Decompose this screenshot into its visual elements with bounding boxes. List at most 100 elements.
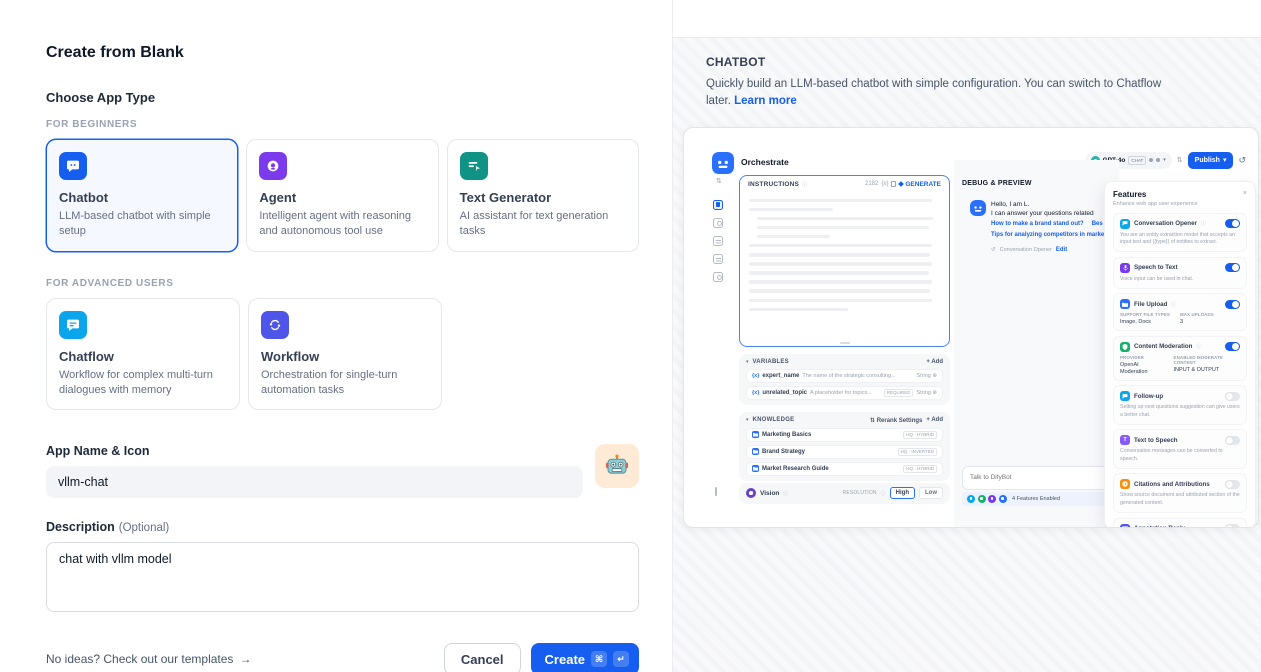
info-icon: ⓘ bbox=[1196, 343, 1201, 350]
toggle-text-to-speech[interactable] bbox=[1225, 436, 1240, 445]
variable-row[interactable]: {x} expert_name The name of the strategi… bbox=[746, 369, 943, 383]
advanced-app-cards: Chatflow Workflow for complex multi-turn… bbox=[46, 298, 639, 411]
remove-icon[interactable]: ⊗ bbox=[932, 390, 937, 396]
knowledge-row[interactable]: Brand Strategy HQ · INVERTED bbox=[746, 445, 943, 459]
required-badge: REQUIRED bbox=[884, 389, 914, 397]
edit-opener-button[interactable]: Edit bbox=[1056, 247, 1067, 253]
choose-app-type-heading: Choose App Type bbox=[46, 90, 639, 105]
collapse-icon[interactable] bbox=[715, 487, 717, 496]
cancel-button[interactable]: Cancel bbox=[444, 643, 521, 672]
toggle-citations[interactable] bbox=[1225, 480, 1240, 489]
notes-icon[interactable] bbox=[713, 254, 723, 264]
add-knowledge-button[interactable]: + Add bbox=[926, 417, 943, 423]
chat-input[interactable] bbox=[962, 466, 1122, 490]
feature-text-to-speech: T Text to Speech Conversation messages c… bbox=[1113, 429, 1247, 469]
toggle-file-upload[interactable] bbox=[1225, 300, 1240, 309]
knowledge-row[interactable]: Marketing Basics HQ · HYBRID bbox=[746, 428, 943, 442]
resolution-high-button[interactable]: High bbox=[890, 487, 915, 499]
instructions-skeleton[interactable] bbox=[740, 191, 949, 325]
for-advanced-users-label: FOR ADVANCED USERS bbox=[46, 278, 639, 289]
preview-description: Quickly build an LLM-based chatbot with … bbox=[706, 76, 1166, 111]
variable-token-icon: {x} bbox=[752, 373, 759, 379]
speech-to-text-icon bbox=[1120, 263, 1130, 273]
robot-emoji-icon bbox=[604, 452, 630, 481]
description-label: Description bbox=[46, 520, 115, 534]
publish-button[interactable]: Publish ▾ bbox=[1188, 152, 1234, 169]
create-button[interactable]: Create ⌘ ↵ bbox=[531, 643, 639, 672]
instructions-label: INSTRUCTIONS bbox=[748, 181, 799, 188]
resolution-low-button[interactable]: Low bbox=[919, 487, 943, 499]
app-avatar-icon bbox=[712, 152, 734, 174]
remove-icon[interactable]: ⊗ bbox=[932, 373, 937, 379]
moderation-chip-icon bbox=[978, 495, 986, 503]
toggle-annotation-reply[interactable] bbox=[1225, 524, 1240, 527]
suggested-question[interactable]: Tips for analyzing competitors in market bbox=[991, 230, 1106, 241]
app-name-section: App Name & Icon bbox=[46, 444, 639, 498]
chevron-down-icon[interactable]: ▾ bbox=[746, 359, 749, 365]
app-card-desc: AI assistant for text generation tasks bbox=[460, 209, 626, 239]
suggested-question[interactable]: How to make a brand stand out? bbox=[991, 219, 1084, 230]
toggle-speech-to-text[interactable] bbox=[1225, 263, 1240, 272]
suggested-question[interactable]: Bes bbox=[1092, 219, 1103, 230]
learn-more-link[interactable]: Learn more bbox=[734, 95, 797, 107]
vision-setting: Vision ⓘ RESOLUTION ⓘ High Low bbox=[739, 483, 950, 504]
variable-row[interactable]: {x} unrelated_topic A placeholder for to… bbox=[746, 386, 943, 400]
modal-footer: No ideas? Check out our templates → Canc… bbox=[46, 643, 639, 672]
document-icon[interactable] bbox=[713, 236, 723, 246]
app-card-desc: Workflow for complex multi-turn dialogue… bbox=[59, 368, 227, 398]
preview-panel: CHATBOT Quickly build an LLM-based chatb… bbox=[673, 0, 1261, 672]
workflow-icon bbox=[261, 311, 289, 339]
text-to-speech-icon: T bbox=[1120, 435, 1130, 445]
toggle-follow-up[interactable] bbox=[1225, 392, 1240, 401]
globe-icon[interactable] bbox=[713, 272, 723, 282]
instructions-panel: INSTRUCTIONS ⓘ 2182 {x} GENERATE bbox=[739, 175, 950, 347]
conversation-opener-icon bbox=[1120, 219, 1130, 229]
app-card-agent[interactable]: Agent Intelligent agent with reasoning a… bbox=[246, 139, 438, 252]
app-name-input[interactable] bbox=[46, 466, 583, 498]
chevron-down-icon: ▾ bbox=[1163, 157, 1166, 163]
swap-model-icon[interactable]: ⇅ bbox=[1177, 156, 1183, 164]
text-generator-icon bbox=[460, 152, 488, 180]
close-icon[interactable]: × bbox=[1243, 190, 1247, 197]
image-icon[interactable] bbox=[713, 218, 723, 228]
app-icon-picker[interactable] bbox=[595, 444, 639, 488]
agent-icon bbox=[259, 152, 287, 180]
toggle-content-moderation[interactable] bbox=[1225, 342, 1240, 351]
char-count: 2182 bbox=[865, 181, 878, 187]
description-input[interactable]: chat with vllm model bbox=[46, 542, 639, 612]
resize-handle[interactable] bbox=[840, 342, 850, 344]
app-card-text-generator[interactable]: Text Generator AI assistant for text gen… bbox=[447, 139, 639, 252]
history-icon[interactable]: ↺ bbox=[1238, 155, 1246, 166]
app-card-chatflow[interactable]: Chatflow Workflow for complex multi-turn… bbox=[46, 298, 240, 411]
preview-app-title: Orchestrate bbox=[741, 157, 789, 167]
knowledge-row[interactable]: Market Research Guide HQ · HYBRID bbox=[746, 462, 943, 476]
app-card-workflow[interactable]: Workflow Orchestration for single-turn a… bbox=[248, 298, 442, 411]
app-card-chatbot[interactable]: Chatbot LLM-based chatbot with simple se… bbox=[46, 139, 238, 252]
variable-token-icon[interactable]: {x} bbox=[881, 181, 888, 187]
orchestrate-tab-icon[interactable] bbox=[713, 200, 723, 210]
knowledge-label: KNOWLEDGE bbox=[753, 417, 795, 423]
preview-sidebar bbox=[713, 200, 723, 282]
toggle-conversation-opener[interactable] bbox=[1225, 219, 1240, 228]
chat-message: Hello, I am L. I can answer your questio… bbox=[970, 200, 1115, 253]
resolution-label: RESOLUTION bbox=[843, 490, 877, 496]
content-moderation-icon bbox=[1120, 342, 1130, 352]
templates-link[interactable]: No ideas? Check out our templates → bbox=[46, 652, 251, 666]
chevron-down-icon[interactable]: ▾ bbox=[746, 417, 749, 423]
copy-icon[interactable] bbox=[891, 181, 896, 187]
enabled-features-bar[interactable]: 4 Features Enabled bbox=[962, 492, 1122, 506]
rerank-settings-button[interactable]: ⇅ Rerank Settings bbox=[870, 417, 922, 424]
app-card-title: Chatflow bbox=[59, 349, 227, 364]
feature-follow-up: Follow-up Setting up next questions sugg… bbox=[1113, 385, 1247, 425]
add-variable-button[interactable]: + Add bbox=[926, 359, 943, 365]
generate-button[interactable]: GENERATE bbox=[899, 181, 941, 188]
info-icon: ⓘ bbox=[783, 490, 788, 497]
variables-label: VARIABLES bbox=[753, 359, 789, 365]
feature-content-moderation: Content Moderation ⓘ PROVIDEROpenAI Mode… bbox=[1113, 336, 1247, 381]
info-icon: ⓘ bbox=[1201, 220, 1206, 227]
app-card-title: Chatbot bbox=[59, 190, 225, 205]
chat-mode-badge: CHAT bbox=[1128, 156, 1146, 165]
sparkle-icon bbox=[899, 181, 905, 187]
preview-top-strip bbox=[673, 0, 1261, 38]
feature-citations: Citations and Attributions Show source d… bbox=[1113, 473, 1247, 513]
